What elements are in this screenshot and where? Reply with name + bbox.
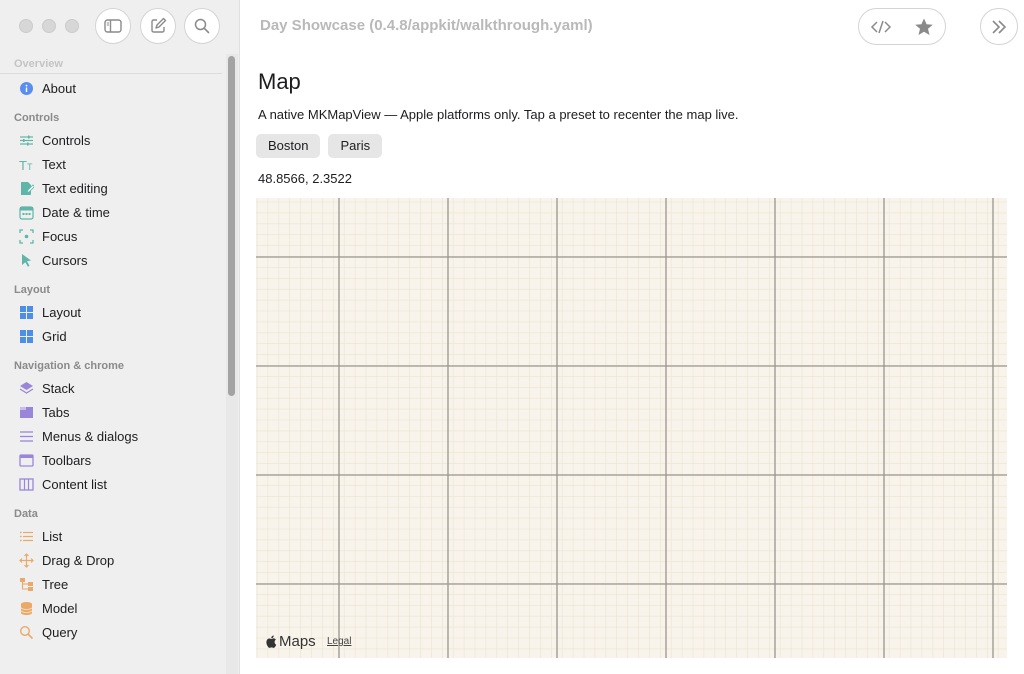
- sidebar-item-layout[interactable]: Layout: [0, 300, 226, 324]
- coordinates-readout: 48.8566, 2.3522: [258, 171, 352, 186]
- chevron-double-right-icon: [992, 19, 1007, 34]
- sidebar-item-label: Focus: [42, 228, 78, 244]
- sidebar-item-about[interactable]: About: [0, 76, 226, 100]
- apple-logo-icon: [266, 635, 277, 648]
- sidebar-section-header: Controls: [14, 112, 60, 124]
- svg-text:T: T: [19, 158, 27, 172]
- minimize-window-button[interactable]: [42, 19, 56, 33]
- list-icon: [19, 529, 34, 544]
- sidebar-item-controls[interactable]: Controls: [0, 128, 226, 152]
- page-description: A native MKMapView — Apple platforms onl…: [258, 107, 739, 122]
- sidebar-item-label: Date & time: [42, 204, 110, 220]
- code-icon[interactable]: [870, 16, 892, 38]
- sidebar-item-stack[interactable]: Stack: [0, 376, 226, 400]
- magnifier-icon: [19, 625, 34, 640]
- preset-boston-button[interactable]: Boston: [256, 134, 321, 158]
- sidebar-item-tree[interactable]: Tree: [0, 572, 226, 596]
- tree-icon: [19, 577, 34, 592]
- compose-icon: [151, 17, 167, 33]
- sidebar-item-tabs[interactable]: Tabs: [0, 400, 226, 424]
- sidebar-section-header: Layout: [14, 284, 51, 296]
- sidebar-section-header: Overview: [0, 54, 222, 74]
- window-title: Day Showcase (0.4.8/appkit/walkthrough.y…: [260, 17, 593, 34]
- zoom-window-button[interactable]: [65, 19, 79, 33]
- preset-paris-button[interactable]: Paris: [328, 134, 383, 158]
- svg-text:T: T: [27, 162, 33, 172]
- sidebar-item-label: Stack: [42, 380, 75, 396]
- sidebar-section-header: Data: [14, 508, 38, 520]
- map-view[interactable]: Maps Legal: [256, 198, 1007, 658]
- more-button[interactable]: [980, 8, 1018, 45]
- sidebar-item-label: Query: [42, 624, 78, 640]
- text-size-icon: TT: [19, 157, 34, 172]
- sidebar-item-query[interactable]: Query: [0, 620, 226, 644]
- sidebar-item-label: List: [42, 528, 63, 544]
- sidebar: Overview About Controls Controls T T Text Text …: [0, 0, 240, 674]
- sidebar-item-label: About: [42, 80, 76, 96]
- sidebar-item-drag-drop[interactable]: Drag & Drop: [0, 548, 226, 572]
- sidebar-scrollbar[interactable]: [228, 56, 235, 396]
- sidebar-item-list[interactable]: List: [0, 524, 226, 548]
- edit-doc-icon: [19, 181, 34, 196]
- sidebar-item-label: Content list: [42, 476, 108, 492]
- tabs-icon: [19, 405, 34, 420]
- window-controls: [19, 19, 79, 33]
- info-icon: [19, 81, 34, 96]
- sidebar-item-text-editing[interactable]: Text editing: [0, 176, 226, 200]
- sidebar-item-menus-dialogs[interactable]: Menus & dialogs: [0, 424, 226, 448]
- sidebar-item-label: Model: [42, 600, 78, 616]
- columns-icon: [19, 477, 34, 492]
- sidebar-item-cursors[interactable]: Cursors: [0, 248, 226, 272]
- sidebar-item-focus[interactable]: Focus: [0, 224, 226, 248]
- sidebar-item-label: Tree: [42, 576, 69, 592]
- search-button[interactable]: [184, 8, 220, 44]
- map-grid: [256, 198, 1007, 658]
- sidebar-item-date-time[interactable]: Date & time: [0, 200, 226, 224]
- focus-icon: [19, 228, 34, 244]
- database-icon: [19, 601, 34, 616]
- sidebar-item-grid[interactable]: Grid: [0, 324, 226, 348]
- grid-icon: [19, 329, 34, 344]
- legal-link[interactable]: Legal: [327, 636, 351, 647]
- sliders-icon: [19, 133, 34, 148]
- compose-button[interactable]: [140, 8, 176, 44]
- sidebar-icon: [104, 19, 122, 33]
- sidebar-section-header: Navigation & chrome: [14, 360, 125, 372]
- main-content: Day Showcase (0.4.8/appkit/walkthrough.y…: [240, 0, 1024, 674]
- sidebar-item-label: Grid: [42, 328, 67, 344]
- sidebar-item-label: Tabs: [42, 404, 70, 420]
- menu-icon: [19, 429, 34, 444]
- close-window-button[interactable]: [19, 19, 33, 33]
- sidebar-list: Overview About Controls Controls T T Text Text …: [0, 54, 226, 644]
- search-icon: [194, 18, 210, 34]
- toolbar-right-group: [858, 8, 946, 45]
- maps-brand-label: Maps: [279, 633, 316, 650]
- page-title: Map: [258, 69, 301, 94]
- sidebar-item-label: Text editing: [42, 180, 108, 196]
- sidebar-item-content-list[interactable]: Content list: [0, 472, 226, 496]
- sidebar-item-text[interactable]: T T Text: [0, 152, 226, 176]
- calendar-icon: [19, 205, 34, 220]
- layout-grid-icon: [19, 305, 34, 320]
- star-icon[interactable]: [913, 16, 935, 38]
- sidebar-item-model[interactable]: Model: [0, 596, 226, 620]
- sidebar-toggle-button[interactable]: [95, 8, 131, 44]
- move-icon: [19, 552, 34, 568]
- sidebar-item-label: Text: [42, 156, 66, 172]
- sidebar-item-label: Controls: [42, 132, 91, 148]
- apple-maps-logo: Maps: [266, 633, 316, 650]
- sidebar-item-label: Drag & Drop: [42, 552, 115, 568]
- sidebar-item-label: Layout: [42, 304, 82, 320]
- sidebar-item-label: Cursors: [42, 252, 88, 268]
- preset-buttons: Boston Paris: [256, 134, 383, 158]
- window-icon: [19, 453, 34, 468]
- cursor-icon: [19, 253, 34, 268]
- sidebar-item-label: Menus & dialogs: [42, 428, 139, 444]
- sidebar-item-label: Toolbars: [42, 452, 92, 468]
- sidebar-item-toolbars[interactable]: Toolbars: [0, 448, 226, 472]
- stack-icon: [19, 381, 34, 396]
